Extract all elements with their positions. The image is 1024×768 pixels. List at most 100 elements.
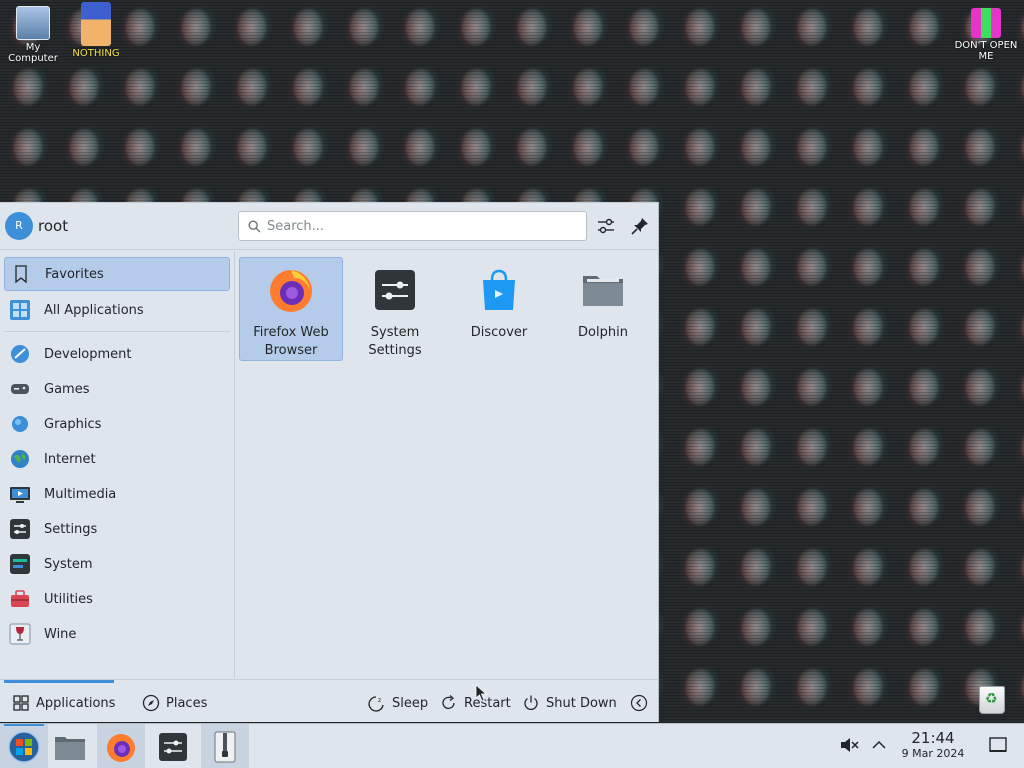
search-box[interactable] — [238, 211, 587, 241]
sidebar-item-label: Internet — [44, 451, 96, 467]
restart-icon — [442, 695, 455, 709]
sidebar-item-development[interactable]: Development — [4, 337, 230, 371]
tab-applications[interactable]: Applications — [12, 692, 115, 714]
username: root — [38, 217, 69, 235]
sidebar-item-internet[interactable]: Internet — [4, 442, 230, 476]
start-orb-icon — [8, 730, 40, 763]
folder-icon — [55, 736, 85, 760]
app-tile-label: Discover — [470, 325, 528, 340]
sidebar-item-system[interactable]: System — [4, 547, 230, 581]
multimedia-icon — [10, 487, 30, 503]
chevron-left-icon — [630, 694, 648, 712]
compass-icon — [142, 694, 160, 712]
desktop-icon-label: DON'T OPEN ME — [954, 40, 1018, 62]
configure-icon[interactable] — [595, 215, 617, 237]
taskbar: 21:44 9 Mar 2024 — [0, 723, 1024, 768]
computer-icon — [16, 6, 50, 40]
shutdown-button[interactable]: Shut Down — [522, 692, 617, 714]
sidebar-item-label: Graphics — [44, 416, 102, 432]
category-sidebar: Favorites All Applications Development G… — [0, 251, 235, 678]
digital-clock[interactable]: 21:44 9 Mar 2024 — [894, 730, 972, 761]
settings-icon — [10, 519, 30, 539]
app-tile-label: System Settings — [368, 325, 422, 358]
sidebar-item-settings[interactable]: Settings — [4, 512, 230, 546]
sidebar-item-label: Wine — [44, 626, 77, 642]
toolbox-icon — [11, 590, 29, 607]
system-settings-icon — [159, 732, 187, 761]
pin-icon[interactable] — [629, 215, 651, 237]
sidebar-item-label: Development — [44, 346, 132, 362]
tab-label: Places — [166, 695, 208, 711]
svg-text:z: z — [378, 697, 381, 704]
sidebar-item-all-applications[interactable]: All Applications — [4, 293, 230, 327]
sidebar-item-label: Settings — [44, 521, 98, 537]
launcher-footer: Applications Places z Sleep Restart Shut… — [0, 679, 659, 723]
grid-icon — [10, 300, 30, 320]
restart-label: Restart — [464, 695, 511, 711]
clock-time: 21:44 — [911, 729, 955, 747]
discover-icon — [483, 269, 515, 310]
more-power-options-button[interactable] — [630, 692, 654, 714]
sidebar-divider — [4, 331, 230, 332]
taskbar-firefox[interactable] — [97, 724, 145, 768]
app-tile-label: Dolphin — [578, 325, 628, 340]
sidebar-item-favorites[interactable]: Favorites — [4, 257, 230, 291]
sidebar-item-multimedia[interactable]: Multimedia — [4, 477, 230, 511]
favorites-grid: Firefox Web Browser System Settings Disc… — [236, 251, 659, 678]
search-icon — [248, 220, 261, 233]
sidebar-item-label: Games — [44, 381, 90, 397]
system-icon — [10, 554, 30, 574]
archive-icon — [214, 731, 236, 762]
app-tile-system-settings[interactable]: System Settings — [343, 257, 447, 361]
active-indicator — [4, 724, 44, 726]
app-tile-discover[interactable]: Discover — [447, 257, 551, 361]
trash-desktop-icon[interactable] — [976, 684, 1008, 716]
desktop-icon-my-computer[interactable]: My Computer — [0, 6, 66, 64]
taskbar-dolphin[interactable] — [46, 724, 94, 768]
applications-grid-icon — [13, 695, 29, 711]
shutdown-label: Shut Down — [546, 695, 617, 711]
tab-label: Applications — [36, 695, 116, 711]
avatar[interactable]: R — [5, 212, 33, 240]
folder-icon — [583, 276, 623, 306]
character-icon — [81, 2, 111, 46]
gamepad-icon — [11, 384, 29, 394]
trash-icon — [979, 686, 1005, 714]
sidebar-item-games[interactable]: Games — [4, 372, 230, 406]
firefox-icon — [270, 270, 312, 312]
app-tile-dolphin[interactable]: Dolphin — [551, 257, 655, 361]
desktop-icon-label: My Computer — [8, 42, 58, 64]
development-icon — [11, 345, 29, 363]
sidebar-item-utilities[interactable]: Utilities — [4, 582, 230, 616]
desktop-icon-dont-open-me[interactable]: DON'T OPEN ME — [948, 8, 1024, 62]
taskbar-system-settings[interactable] — [149, 724, 197, 768]
show-desktop-icon[interactable] — [987, 734, 1009, 756]
desktop-icon-label: NOTHING — [72, 48, 120, 59]
sidebar-item-label: System — [44, 556, 93, 572]
clock-date: 9 Mar 2024 — [901, 747, 965, 760]
sidebar-item-label: Multimedia — [44, 486, 117, 502]
taskbar-archive-manager[interactable] — [201, 724, 249, 768]
launcher-header: R root — [0, 203, 659, 250]
sidebar-item-wine[interactable]: Wine — [4, 617, 230, 651]
app-tile-label: Firefox Web Browser — [253, 325, 329, 358]
sidebar-item-label: Favorites — [45, 266, 104, 282]
application-launcher: R root Favorites — [0, 202, 659, 722]
file-icon — [971, 8, 1001, 38]
sleep-label: Sleep — [392, 695, 429, 711]
sleep-button[interactable]: z Sleep — [368, 692, 428, 714]
bookmark-icon — [15, 265, 27, 284]
sidebar-item-graphics[interactable]: Graphics — [4, 407, 230, 441]
sleep-icon: z — [368, 696, 384, 712]
firefox-icon — [107, 733, 135, 762]
volume-muted-icon[interactable] — [838, 734, 860, 756]
wine-icon — [9, 623, 31, 645]
app-tile-firefox[interactable]: Firefox Web Browser — [239, 257, 343, 361]
system-settings-icon — [375, 270, 415, 310]
graphics-icon — [12, 416, 28, 432]
start-menu-button[interactable] — [0, 724, 48, 768]
search-input[interactable] — [267, 217, 577, 236]
desktop-icon-nothing[interactable]: NOTHING — [66, 2, 126, 59]
tab-places[interactable]: Places — [142, 692, 207, 714]
chevron-up-icon[interactable] — [868, 734, 890, 756]
